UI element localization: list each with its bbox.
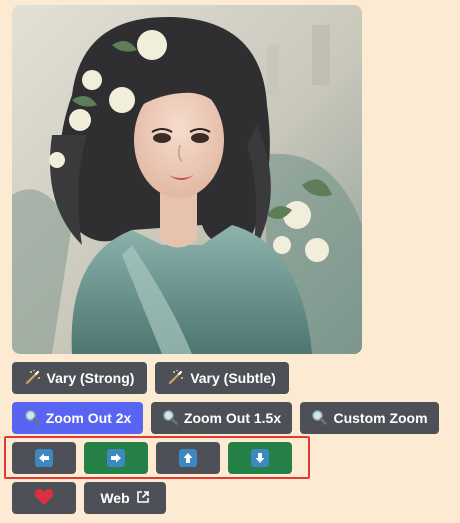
magnifier-icon <box>311 409 328 428</box>
web-link-button[interactable]: Web <box>84 482 166 514</box>
pan-right-button[interactable] <box>84 442 148 474</box>
magnifier-icon <box>162 409 178 428</box>
arrow-down-icon <box>251 449 269 467</box>
zoom-out-1-5x-button[interactable]: Zoom Out 1.5x <box>151 402 292 434</box>
zoom-button-row: Zoom Out 2x Zoom Out 1.5x Custom Zoom <box>12 402 439 434</box>
pan-down-button[interactable] <box>228 442 292 474</box>
zoom-out-1-5x-label: Zoom Out 1.5x <box>183 410 282 426</box>
custom-zoom-label: Custom Zoom <box>333 410 428 426</box>
external-link-icon <box>136 490 150 507</box>
arrow-up-icon <box>179 449 197 467</box>
magic-wand-icon <box>168 369 184 388</box>
favorite-button[interactable] <box>12 482 76 514</box>
heart-icon <box>34 488 54 509</box>
generated-image[interactable] <box>12 5 362 354</box>
zoom-out-2x-label: Zoom Out 2x <box>45 410 132 426</box>
vary-button-row: Vary (Strong) Vary (Subtle) <box>12 362 289 394</box>
custom-zoom-button[interactable]: Custom Zoom <box>300 402 439 434</box>
pan-up-button[interactable] <box>156 442 220 474</box>
extra-button-row: Web <box>12 482 166 514</box>
vary-strong-button[interactable]: Vary (Strong) <box>12 362 147 394</box>
arrow-left-icon <box>35 449 53 467</box>
magnifier-icon <box>24 409 40 428</box>
message-attachment: Vary (Strong) Vary (Subtle) Zoom Out 2x … <box>0 0 460 523</box>
zoom-out-2x-button[interactable]: Zoom Out 2x <box>12 402 143 434</box>
vary-subtle-button[interactable]: Vary (Subtle) <box>155 362 289 394</box>
magic-wand-icon <box>25 369 41 388</box>
pan-button-row <box>12 442 292 474</box>
web-label: Web <box>100 490 130 506</box>
vary-strong-label: Vary (Strong) <box>46 370 135 386</box>
pan-left-button[interactable] <box>12 442 76 474</box>
portrait-illustration <box>12 5 362 354</box>
arrow-right-icon <box>107 449 125 467</box>
vary-subtle-label: Vary (Subtle) <box>190 370 276 386</box>
